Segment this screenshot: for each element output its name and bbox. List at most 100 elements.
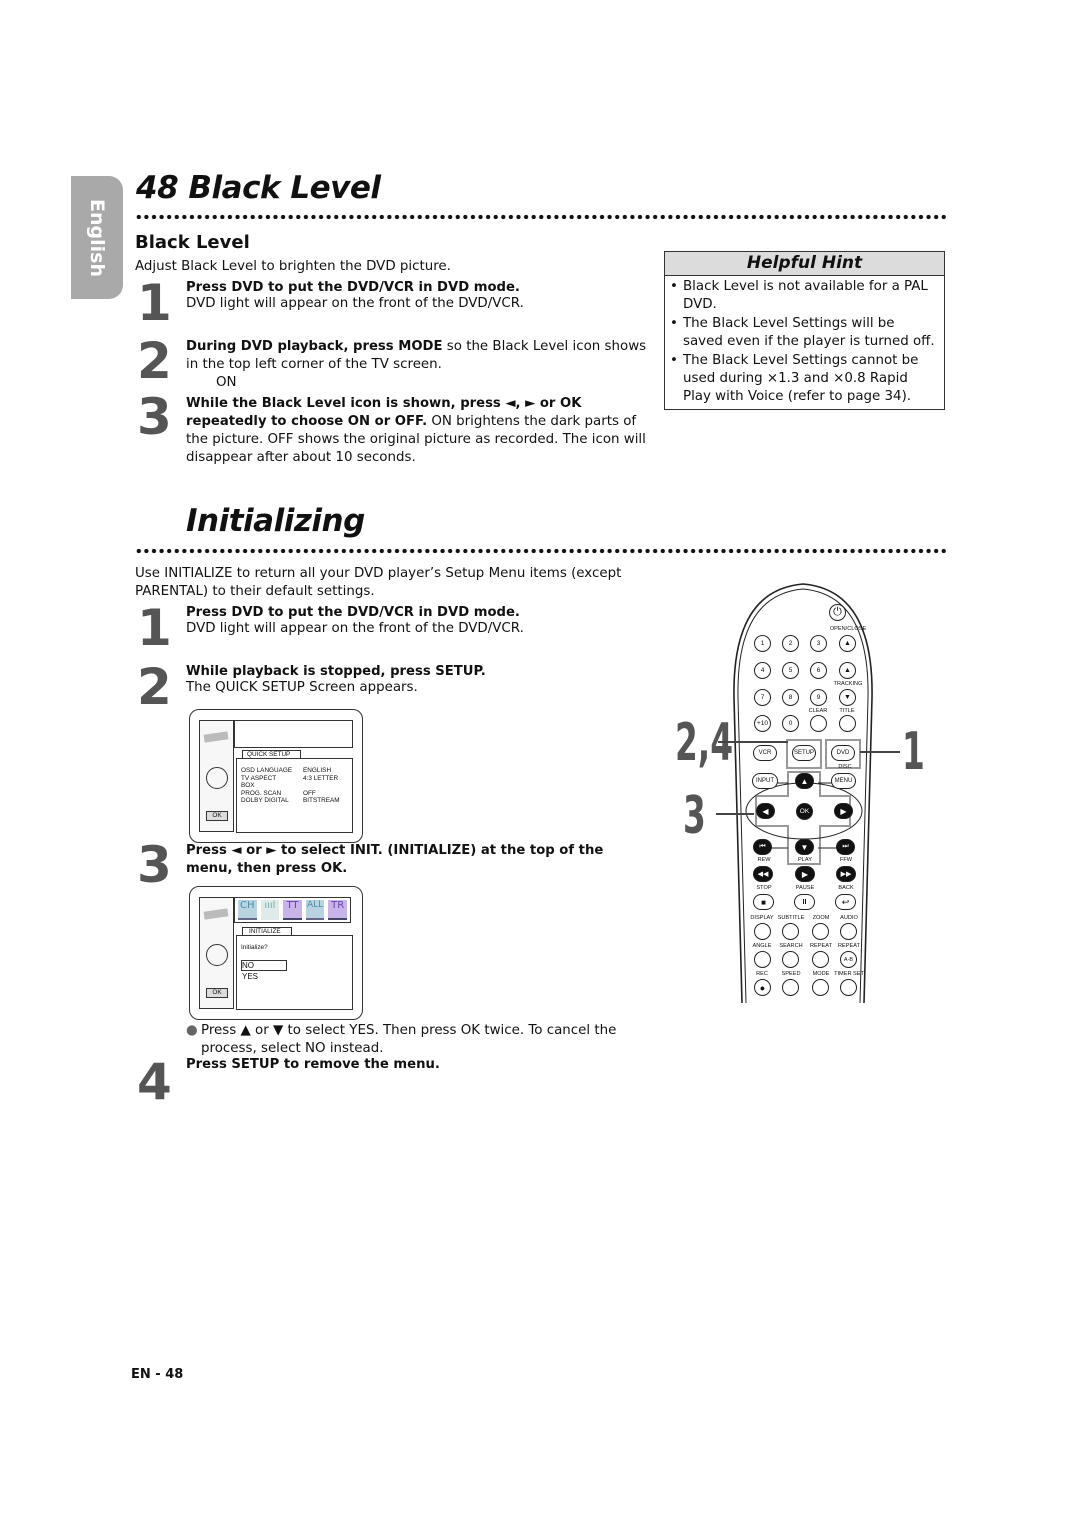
tracking-up-button[interactable]: ▲ xyxy=(839,662,856,679)
pause-button[interactable]: II xyxy=(794,894,815,910)
on-indicator: ON xyxy=(216,375,237,390)
label-disc: DISC xyxy=(838,764,852,770)
stop-button[interactable]: ■ xyxy=(753,894,774,910)
dpad-icon xyxy=(206,944,228,966)
ffw-button[interactable]: ▶▶ xyxy=(836,866,856,882)
icon-all: ALL xyxy=(305,900,325,920)
bullet-dot: ● xyxy=(186,1023,198,1038)
tracking-down-button[interactable]: ▼ xyxy=(839,689,856,706)
hint-item: Black Level is not available for a PAL D… xyxy=(670,278,938,314)
step-title: During DVD playback, press MODE xyxy=(186,339,443,354)
helpful-hint-box: Helpful Hint Black Level is not availabl… xyxy=(664,251,945,410)
init-bullet: ● Press ▲ or ▼ to select YES. Then press… xyxy=(186,1022,646,1058)
label-search: SEARCH xyxy=(779,943,803,949)
mode-button[interactable] xyxy=(812,979,829,996)
timer-set-button[interactable] xyxy=(840,979,857,996)
dotted-divider xyxy=(135,548,947,554)
title-button[interactable] xyxy=(839,715,856,732)
left-arrow-button[interactable]: ◀ xyxy=(756,803,775,819)
initialize-question: Initialize? xyxy=(241,944,268,951)
button-9[interactable]: 9 xyxy=(810,689,827,706)
clear-button[interactable] xyxy=(810,715,827,732)
button-plus10[interactable]: +10 xyxy=(754,715,771,732)
icon-signal: ıııl xyxy=(260,900,280,920)
hint-item: The Black Level Settings cannot be used … xyxy=(670,352,938,406)
up-arrow-button[interactable]: ▲ xyxy=(795,773,814,789)
screen-menu-area: OSD LANGUAGE ENGLISH TV ASPECT 4:3 LETTER … xyxy=(236,758,353,833)
setup-button[interactable]: SETUP xyxy=(792,745,816,761)
screen-icon-bar: CH ıııl TT ALL TR xyxy=(234,897,351,923)
zoom-button[interactable] xyxy=(812,923,829,940)
step-number: 4 xyxy=(137,1053,172,1111)
step-number: 1 xyxy=(137,274,172,332)
callout-3: 3 xyxy=(683,786,706,846)
button-7[interactable]: 7 xyxy=(754,689,771,706)
play-button[interactable]: ▶ xyxy=(795,866,815,882)
subtitle-button[interactable] xyxy=(782,923,799,940)
power-icon[interactable]: ⏻ xyxy=(829,604,846,621)
hint-item: The Black Level Settings will be saved e… xyxy=(670,315,938,351)
button-3[interactable]: 3 xyxy=(810,635,827,652)
button-8[interactable]: 8 xyxy=(782,689,799,706)
repeat-button[interactable] xyxy=(812,951,829,968)
bullet-text: Press ▲ or ▼ to select YES. Then press O… xyxy=(201,1023,617,1056)
label-repeat-ab: REPEAT xyxy=(838,943,860,949)
button-6[interactable]: 6 xyxy=(810,662,827,679)
screen-menu-area: Initialize? NO YES xyxy=(236,935,353,1010)
skip-forward-button[interactable]: ⏭ xyxy=(836,839,855,855)
back-button[interactable]: ↩ xyxy=(835,894,856,910)
down-arrow-button[interactable]: ▼ xyxy=(795,839,814,855)
callout-line xyxy=(718,741,788,743)
label-stop: STOP xyxy=(756,885,772,891)
callout-line xyxy=(716,813,754,815)
dvd-button[interactable]: DVD xyxy=(831,745,855,761)
label-back: BACK xyxy=(838,885,854,891)
button-5[interactable]: 5 xyxy=(782,662,799,679)
step-title: While playback is stopped, press SETUP. xyxy=(186,664,486,679)
init-step-4: Press SETUP to remove the menu. xyxy=(186,1057,440,1072)
icon-tt: TT xyxy=(283,900,302,920)
ok-button[interactable]: OK xyxy=(796,803,813,820)
label-subtitle: SUBTITLE xyxy=(777,915,805,921)
label-clear: CLEAR xyxy=(808,708,828,714)
callout-1: 1 xyxy=(902,722,925,782)
initialize-screen: OK CH ıııl TT ALL TR INITIALIZE Initiali… xyxy=(189,886,363,1020)
label-play: PLAY xyxy=(798,857,812,863)
audio-button[interactable] xyxy=(840,923,857,940)
step-2: During DVD playback, press MODE so the B… xyxy=(186,338,662,392)
label-zoom: ZOOM xyxy=(812,915,830,921)
init-step-3: Press ◄ or ► to select INIT. (INITIALIZE… xyxy=(186,843,604,876)
button-4[interactable]: 4 xyxy=(754,662,771,679)
step-number: 3 xyxy=(137,836,172,894)
search-button[interactable] xyxy=(782,951,799,968)
skip-back-button[interactable]: ⏮ xyxy=(753,839,772,855)
repeat-ab-button[interactable]: A-B xyxy=(840,951,857,968)
right-arrow-button[interactable]: ▶ xyxy=(834,803,853,819)
step-title: Press DVD to put the DVD/VCR in DVD mode… xyxy=(186,280,520,295)
menu-button[interactable]: MENU xyxy=(831,773,856,789)
speed-button[interactable] xyxy=(782,979,799,996)
step-title: Press DVD to put the DVD/VCR in DVD mode… xyxy=(186,605,520,620)
dpad-icon xyxy=(206,767,228,789)
option-no-selected: NO xyxy=(241,960,287,971)
label-angle: ANGLE xyxy=(752,943,772,949)
rew-button[interactable]: ◀◀ xyxy=(753,866,773,882)
remote-control: ⏻ OPEN/CLOSE 1 2 3 ▲ 4 5 6 ▲ TRACKING 7 … xyxy=(728,578,878,1008)
input-button[interactable]: INPUT xyxy=(752,773,778,789)
init-step-1: Press DVD to put the DVD/VCR in DVD mode… xyxy=(186,605,656,638)
screen-top-bar xyxy=(234,720,353,748)
button-0[interactable]: 0 xyxy=(782,715,799,732)
angle-button[interactable] xyxy=(754,951,771,968)
display-button[interactable] xyxy=(754,923,771,940)
vcr-button[interactable]: VCR xyxy=(753,745,777,761)
button-1[interactable]: 1 xyxy=(754,635,771,652)
rec-button[interactable]: ● xyxy=(754,979,771,996)
label-title: TITLE xyxy=(839,708,855,714)
label-rew: REW xyxy=(757,857,771,863)
open-close-button[interactable]: ▲ xyxy=(839,635,856,652)
button-2[interactable]: 2 xyxy=(782,635,799,652)
label-pause: PAUSE xyxy=(795,885,815,891)
label-audio: AUDIO xyxy=(840,915,858,921)
quick-setup-screen: OK QUICK SETUP OSD LANGUAGE ENGLISH TV AS… xyxy=(189,709,363,843)
menu-row: PROG. SCAN OFF xyxy=(241,789,316,797)
